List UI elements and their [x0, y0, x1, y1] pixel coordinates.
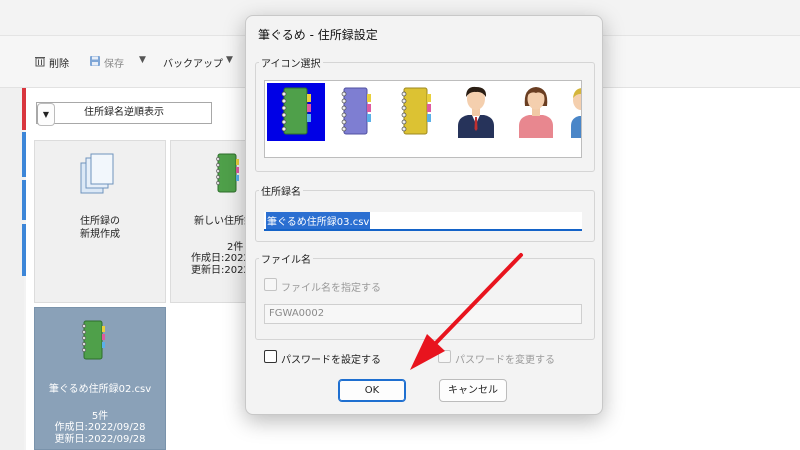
- card-label: 筆ぐるめ住所録02.csv: [48, 384, 152, 395]
- green-notebook-icon: [81, 320, 107, 363]
- password-change-label: パスワードを変更する: [455, 355, 555, 366]
- name-group-label: 住所録名: [259, 183, 303, 198]
- backup-button[interactable]: バックアップ: [163, 54, 223, 70]
- address-book-name-input[interactable]: 筆ぐるめ住所録03.csv: [264, 212, 582, 231]
- file-name-group: [255, 258, 595, 340]
- password-change-checkbox[interactable]: [438, 350, 451, 363]
- trash-icon: [34, 55, 46, 70]
- green-notebook-icon: [279, 86, 313, 139]
- file-name-group-label: ファイル名: [259, 251, 313, 266]
- man-icon: [454, 84, 498, 141]
- save-label: 保存: [104, 58, 124, 70]
- icon-option-woman[interactable]: [507, 83, 565, 141]
- save-dropdown-icon[interactable]: ▼: [139, 55, 146, 65]
- chevron-down-icon[interactable]: ▼: [37, 103, 55, 126]
- icon-select-label: アイコン選択: [259, 55, 323, 70]
- new-address-book-card[interactable]: 住所録の 新規作成: [34, 140, 166, 303]
- backup-label: バックアップ: [163, 58, 223, 70]
- green-notebook-icon: [215, 153, 241, 196]
- sort-order-value: 住所録名逆順表示: [84, 107, 164, 118]
- icon-option-yellow[interactable]: [387, 83, 445, 141]
- address-book-settings-dialog: 筆ぐるめ - 住所録設定 アイコン選択 住所録名 筆ぐるめ住所録03.csv フ…: [245, 15, 603, 415]
- new-document-icon: [79, 153, 115, 200]
- cancel-button[interactable]: キャンセル: [439, 379, 507, 402]
- purple-notebook-icon: [339, 86, 373, 139]
- left-nav: [0, 88, 24, 450]
- file-name-input[interactable]: FGWA0002: [264, 304, 582, 324]
- icon-option-green[interactable]: [267, 83, 325, 141]
- delete-label: 削除: [49, 58, 69, 70]
- address-book-name-value: 筆ぐるめ住所録03.csv: [266, 212, 371, 229]
- file-name-checkbox[interactable]: [264, 278, 277, 291]
- icon-option-purple[interactable]: [327, 83, 385, 141]
- file-name-checkbox-label: ファイル名を指定する: [281, 283, 381, 294]
- person-partial-icon: [567, 84, 581, 141]
- woman-icon: [514, 84, 558, 141]
- icon-option-partial[interactable]: [567, 83, 581, 141]
- card-label: 住所録の 新規作成: [80, 216, 120, 240]
- icon-option-man[interactable]: [447, 83, 505, 141]
- backup-dropdown-icon[interactable]: ▼: [226, 55, 233, 65]
- floppy-icon: [89, 55, 101, 70]
- selected-address-book-card[interactable]: 筆ぐるめ住所録02.csv 5件 作成日:2022/09/28 更新日:2022…: [34, 307, 166, 450]
- password-set-checkbox[interactable]: [264, 350, 277, 363]
- card-created: 作成日:2022/09/28: [54, 422, 146, 433]
- yellow-notebook-icon: [399, 86, 433, 139]
- ok-button[interactable]: OK: [338, 379, 406, 402]
- card-updated: 更新日:2022/09/28: [54, 434, 146, 445]
- dialog-title: 筆ぐるめ - 住所録設定: [258, 28, 378, 42]
- save-button[interactable]: 保存: [89, 54, 124, 70]
- card-count: 5件: [91, 411, 109, 422]
- delete-button[interactable]: 削除: [34, 54, 69, 70]
- icon-picker[interactable]: [264, 80, 582, 158]
- sort-order-select[interactable]: 住所録名逆順表示 ▼: [36, 102, 212, 126]
- password-set-label: パスワードを設定する: [281, 355, 381, 366]
